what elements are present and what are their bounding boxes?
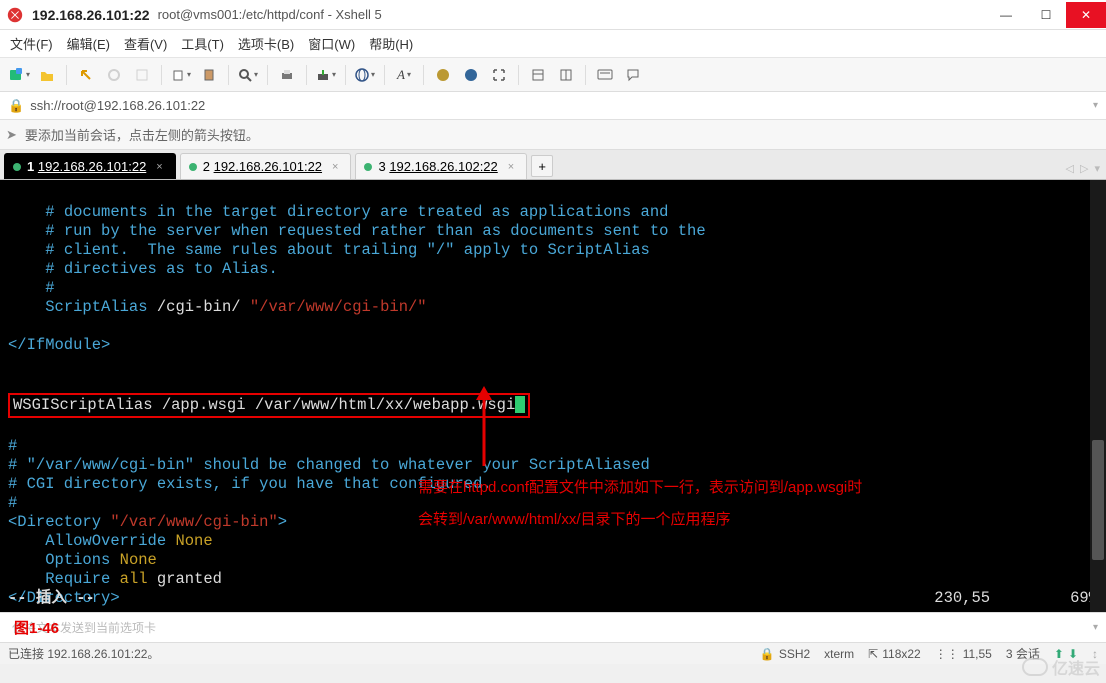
tab-close-icon[interactable]: × bbox=[156, 161, 162, 173]
menu-bar: 文件(F) 编辑(E) 查看(V) 工具(T) 选项卡(B) 窗口(W) 帮助(… bbox=[0, 30, 1106, 58]
maximize-button[interactable]: ☐ bbox=[1026, 2, 1066, 28]
watermark: 亿速云 bbox=[1022, 655, 1100, 679]
view2-button[interactable] bbox=[555, 64, 577, 86]
comment-line: # directives as to Alias. bbox=[45, 260, 278, 278]
tab-3[interactable]: 3 192.168.26.102:22 × bbox=[355, 153, 527, 179]
color2-button[interactable] bbox=[460, 64, 482, 86]
cloud-icon bbox=[1022, 658, 1048, 676]
tab-bar: 1 192.168.26.101:22 × 2 192.168.26.101:2… bbox=[0, 150, 1106, 180]
vim-mode: -- 插入 -- bbox=[8, 589, 95, 608]
address-url: ssh://root@192.168.26.101:22 bbox=[30, 98, 205, 113]
tab-close-icon[interactable]: × bbox=[508, 161, 514, 173]
keyboard-button[interactable] bbox=[594, 64, 616, 86]
highlighted-line: WSGIScriptAlias /app.wsgi /var/www/html/… bbox=[8, 393, 530, 418]
tab-close-icon[interactable]: × bbox=[332, 161, 338, 173]
status-bar: 已连接 192.168.26.101:22。 🔒SSH2 xterm ⇱118x… bbox=[0, 642, 1106, 664]
rowcol-icon: ⋮⋮ bbox=[935, 647, 959, 661]
scrollbar-thumb[interactable] bbox=[1092, 440, 1104, 560]
comment-line: # bbox=[8, 437, 17, 455]
fullscreen-button[interactable] bbox=[488, 64, 510, 86]
window-title-ip: 192.168.26.101:22 bbox=[32, 7, 150, 23]
window-controls: — ☐ ✕ bbox=[986, 2, 1106, 28]
menu-window[interactable]: 窗口(W) bbox=[308, 34, 355, 53]
tab-1[interactable]: 1 192.168.26.101:22 × bbox=[4, 153, 176, 179]
add-tab-button[interactable]: + bbox=[531, 155, 553, 177]
new-session-button[interactable] bbox=[8, 64, 30, 86]
language-button[interactable] bbox=[354, 64, 376, 86]
close-tag: </IfModule> bbox=[8, 336, 110, 354]
paste-button[interactable] bbox=[198, 64, 220, 86]
menu-tabs[interactable]: 选项卡(B) bbox=[238, 34, 294, 53]
properties-button[interactable] bbox=[131, 64, 153, 86]
status-dot-icon bbox=[189, 163, 197, 171]
tab-prev-icon[interactable]: ◁ bbox=[1066, 162, 1074, 175]
status-dot-icon bbox=[364, 163, 372, 171]
session-hint-text: 要添加当前会话，点击左侧的箭头按钮。 bbox=[25, 125, 259, 144]
find-button[interactable] bbox=[237, 64, 259, 86]
color1-button[interactable] bbox=[432, 64, 454, 86]
terminal[interactable]: # documents in the target directory are … bbox=[0, 180, 1106, 612]
transfer-button[interactable] bbox=[315, 64, 337, 86]
tab-menu-icon[interactable]: ▾ bbox=[1094, 162, 1100, 175]
compose-dropdown-icon[interactable]: ▾ bbox=[1093, 622, 1098, 633]
toolbar: A bbox=[0, 58, 1106, 92]
status-size: ⇱118x22 bbox=[868, 647, 921, 661]
address-bar[interactable]: 🔒 ssh://root@192.168.26.101:22 ▾ bbox=[0, 92, 1106, 120]
tab-2[interactable]: 2 192.168.26.101:22 × bbox=[180, 153, 352, 179]
disconnect-button[interactable] bbox=[103, 64, 125, 86]
resize-icon: ⇱ bbox=[868, 647, 878, 661]
menu-help[interactable]: 帮助(H) bbox=[369, 34, 413, 53]
chat-button[interactable] bbox=[622, 64, 644, 86]
status-cursor: ⋮⋮11,55 bbox=[935, 647, 992, 661]
tab-nav: ◁ ▷ ▾ bbox=[1066, 162, 1100, 175]
comment-line: # documents in the target directory are … bbox=[45, 203, 668, 221]
comment-line: # "/var/www/cgi-bin" should be changed t… bbox=[8, 456, 650, 474]
cursor bbox=[515, 396, 525, 413]
directive: ScriptAlias bbox=[45, 298, 147, 316]
reconnect-button[interactable] bbox=[75, 64, 97, 86]
status-term: xterm bbox=[824, 647, 854, 661]
terminal-scrollbar[interactable] bbox=[1090, 180, 1106, 612]
menu-file[interactable]: 文件(F) bbox=[10, 34, 53, 53]
figure-label: 图1-46 bbox=[14, 617, 59, 638]
close-button[interactable]: ✕ bbox=[1066, 2, 1106, 28]
menu-edit[interactable]: 编辑(E) bbox=[67, 34, 110, 53]
comment-line: # client. The same rules about trailing … bbox=[45, 241, 650, 259]
lock-icon: 🔒 bbox=[760, 647, 775, 661]
annotation-text: 需要在httpd.conf配置文件中添加如下一行，表示访问到/app.wsgi时… bbox=[418, 476, 1008, 532]
session-hint-bar: ➤ 要添加当前会话，点击左侧的箭头按钮。 bbox=[0, 120, 1106, 150]
comment-line: # run by the server when requested rathe… bbox=[45, 222, 705, 240]
app-icon bbox=[6, 6, 24, 24]
comment-line: # bbox=[8, 494, 17, 512]
status-protocol: 🔒SSH2 bbox=[760, 647, 810, 661]
menu-tools[interactable]: 工具(T) bbox=[181, 34, 224, 53]
compose-bar[interactable]: 图1-46 仅将文本发送到当前选项卡 ▾ bbox=[0, 612, 1106, 642]
print-button[interactable] bbox=[276, 64, 298, 86]
menu-view[interactable]: 查看(V) bbox=[124, 34, 167, 53]
minimize-button[interactable]: — bbox=[986, 2, 1026, 28]
comment-line: # bbox=[45, 279, 54, 297]
title-bar: 192.168.26.101:22 root@vms001:/etc/httpd… bbox=[0, 0, 1106, 30]
tab-next-icon[interactable]: ▷ bbox=[1080, 162, 1088, 175]
view1-button[interactable] bbox=[527, 64, 549, 86]
address-dropdown-icon[interactable]: ▾ bbox=[1093, 100, 1098, 111]
copy-button[interactable] bbox=[170, 64, 192, 86]
lock-icon: 🔒 bbox=[8, 98, 24, 114]
status-dot-icon bbox=[13, 163, 21, 171]
vim-status-line: -- 插入 -- 230,55 69% bbox=[8, 589, 1098, 608]
font-button[interactable]: A bbox=[393, 64, 415, 86]
vim-position: 230,55 bbox=[934, 589, 990, 608]
window-title-path: root@vms001:/etc/httpd/conf - Xshell 5 bbox=[158, 7, 382, 22]
status-connection: 已连接 192.168.26.101:22。 bbox=[8, 645, 159, 662]
open-button[interactable] bbox=[36, 64, 58, 86]
arrow-icon[interactable]: ➤ bbox=[6, 127, 17, 143]
